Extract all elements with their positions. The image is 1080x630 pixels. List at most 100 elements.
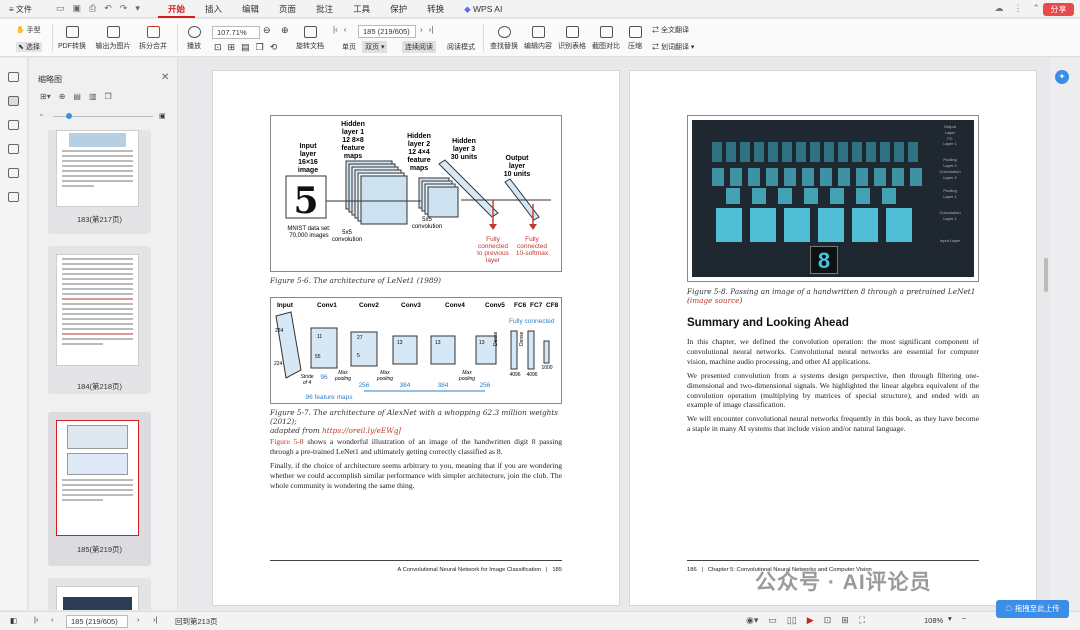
insert-page-icon[interactable]: ⊕	[59, 92, 66, 101]
share-button[interactable]: 分享	[1043, 3, 1074, 16]
grid-view-icon[interactable]: ⊞▾	[40, 92, 51, 101]
fit-width-icon[interactable]: ⊞	[228, 42, 236, 53]
tab-convert[interactable]: 转换	[417, 0, 454, 18]
thumbnail-page-186[interactable]	[48, 578, 151, 610]
compress-button[interactable]: 压缩	[626, 26, 644, 51]
extract-page-icon[interactable]: ▤	[73, 92, 81, 101]
next-page-icon[interactable]: ›	[420, 25, 423, 34]
copy-page-icon[interactable]: ❐	[105, 92, 112, 101]
zoom-in-icon[interactable]: ⊕	[281, 25, 289, 36]
tab-edit[interactable]: 编辑	[232, 0, 269, 18]
rotate-doc-button[interactable]: 旋转文档	[296, 26, 324, 51]
paragraph: Figure 5-8 shows a wonderful illustratio…	[270, 437, 562, 456]
tab-protect[interactable]: 保护	[380, 0, 417, 18]
replace-page-icon[interactable]: ▥	[89, 92, 97, 101]
fit-page-icon[interactable]: ⊡	[214, 42, 222, 53]
menu-bar: ≡ 文件 ▭ ▣ ⎙ ↶ ↷ ▾ 开始 插入 编辑 页面 批注 工具 保护 转换…	[0, 0, 1080, 18]
select-tool-button[interactable]: ⬉ 选择	[16, 42, 42, 52]
image-export-icon	[106, 26, 120, 38]
bookmark-icon[interactable]	[8, 72, 19, 82]
page-number-input[interactable]: 185 (219/605)	[66, 615, 128, 628]
collapse-icon[interactable]: ⌃	[1032, 3, 1040, 14]
zoom-out-icon[interactable]: ⊖	[263, 25, 271, 36]
pdf-convert-button[interactable]: PDF转换	[56, 26, 88, 51]
rotate-left-icon[interactable]: ⟲	[270, 42, 278, 53]
tab-wps-ai[interactable]: ◆ WPS AI	[454, 0, 512, 18]
fit-width-icon[interactable]: ⊞	[841, 615, 849, 626]
zoom-out-icon[interactable]: −	[962, 614, 966, 623]
full-translate-button[interactable]: ⇄ 全文翻译	[652, 25, 689, 35]
chevron-down-icon[interactable]: ▾	[948, 614, 952, 623]
single-page-button[interactable]: 单页	[342, 42, 356, 52]
signature-icon[interactable]	[8, 168, 19, 178]
export-image-button[interactable]: 输出为图片	[94, 26, 132, 51]
tab-tools[interactable]: 工具	[343, 0, 380, 18]
single-page-icon[interactable]: ▭	[768, 615, 777, 626]
find-replace-button[interactable]: 查找替换	[490, 26, 518, 51]
double-page-icon[interactable]: ▯▯	[787, 615, 797, 626]
zoom-value[interactable]: 108%	[924, 616, 943, 625]
thumbnail-page-184[interactable]: 184(第218页)	[48, 246, 151, 394]
tab-page[interactable]: 页面	[269, 0, 306, 18]
comment-icon[interactable]	[8, 120, 19, 130]
sidebar-toggle-icon[interactable]: ◧	[10, 616, 17, 625]
assistant-icon[interactable]: ✦	[1055, 70, 1069, 84]
thumb-size-slider[interactable]: ▫ ▣	[40, 112, 168, 121]
scrollbar-thumb[interactable]	[1044, 258, 1048, 292]
file-menu[interactable]: ≡ 文件	[9, 4, 32, 15]
double-page-button[interactable]: 双页 ▾	[362, 41, 388, 53]
continuous-button[interactable]: 连续阅读	[402, 41, 436, 53]
hand-tool-button[interactable]: ✋ 手型	[16, 25, 41, 35]
layers-icon[interactable]	[8, 192, 19, 202]
tab-insert[interactable]: 插入	[195, 0, 232, 18]
divider	[483, 24, 484, 52]
cloud-icon[interactable]: ☁	[994, 3, 1003, 14]
play-button[interactable]: 播放	[184, 26, 204, 51]
more-icon[interactable]: ▾	[135, 3, 140, 14]
page-number-input[interactable]: 185 (219/605)	[358, 25, 416, 38]
recognize-table-button[interactable]: 识别表格	[558, 26, 586, 51]
alexnet-source-link[interactable]: https://oreil.ly/eEWgJ	[322, 426, 401, 435]
slider-thumb[interactable]	[66, 113, 72, 119]
watermark: 公众号 · AI评论员	[755, 571, 932, 594]
play-icon[interactable]: ▶	[807, 615, 814, 626]
prev-page-icon[interactable]: ‹	[51, 615, 54, 624]
last-page-icon[interactable]: ›|	[429, 25, 434, 34]
selection-translate-button[interactable]: ⇄ 划词翻译 ▾	[652, 42, 694, 52]
more-icon[interactable]: ⋮	[1013, 3, 1022, 14]
zoom-input[interactable]: 107.71%	[212, 26, 260, 39]
image-source-link[interactable]: image source	[690, 296, 740, 305]
prev-page-icon[interactable]: ‹	[344, 25, 347, 34]
undo-icon[interactable]: ↶	[104, 3, 112, 14]
first-page-icon[interactable]: |‹	[34, 615, 38, 624]
attachment-icon[interactable]	[8, 144, 19, 154]
tab-home[interactable]: 开始	[158, 0, 196, 18]
figure-5-8-link[interactable]: Figure 5-8	[270, 437, 304, 446]
document-view[interactable]: Input layer 16×16 image 5 MNIST data set: 70…	[178, 58, 1050, 610]
tab-annotate[interactable]: 批注	[306, 0, 343, 18]
thumbnail-page-185[interactable]: 185(第219页)	[48, 412, 151, 566]
thumbnail-page-183[interactable]: 183(第217页)	[48, 130, 151, 234]
fit-page-icon[interactable]: ⊡	[824, 615, 832, 626]
screenshot-compare-button[interactable]: 截图对比	[592, 26, 620, 51]
page-nav-next: › ›|	[420, 25, 433, 34]
save-icon[interactable]: ▣	[73, 3, 82, 14]
back-to-page-link[interactable]: 回到第213页	[175, 616, 218, 627]
last-page-icon[interactable]: ›|	[153, 615, 157, 624]
thumbnail-icon[interactable]	[8, 96, 19, 106]
eye-icon[interactable]: ◉▾	[746, 615, 758, 626]
ribbon-tabs: 开始 插入 编辑 页面 批注 工具 保护 转换 ◆ WPS AI	[158, 0, 512, 18]
copy-icon[interactable]: ❐	[256, 42, 264, 53]
actual-size-icon[interactable]: ▤	[241, 42, 250, 53]
next-page-icon[interactable]: ›	[137, 615, 140, 624]
read-mode-button[interactable]: 阅读模式	[447, 42, 475, 52]
upload-button[interactable]: ☁ 拖拽至此上传	[996, 600, 1069, 618]
first-page-icon[interactable]: |‹	[333, 25, 338, 34]
fullscreen-icon[interactable]: ⛶	[859, 615, 865, 626]
redo-icon[interactable]: ↷	[120, 3, 128, 14]
close-icon[interactable]: ✕	[161, 72, 169, 83]
print-icon[interactable]: ⎙	[89, 3, 96, 14]
edit-content-button[interactable]: 编辑内容	[524, 26, 552, 51]
open-icon[interactable]: ▭	[56, 3, 65, 14]
split-merge-button[interactable]: 拆分合并	[135, 26, 171, 51]
